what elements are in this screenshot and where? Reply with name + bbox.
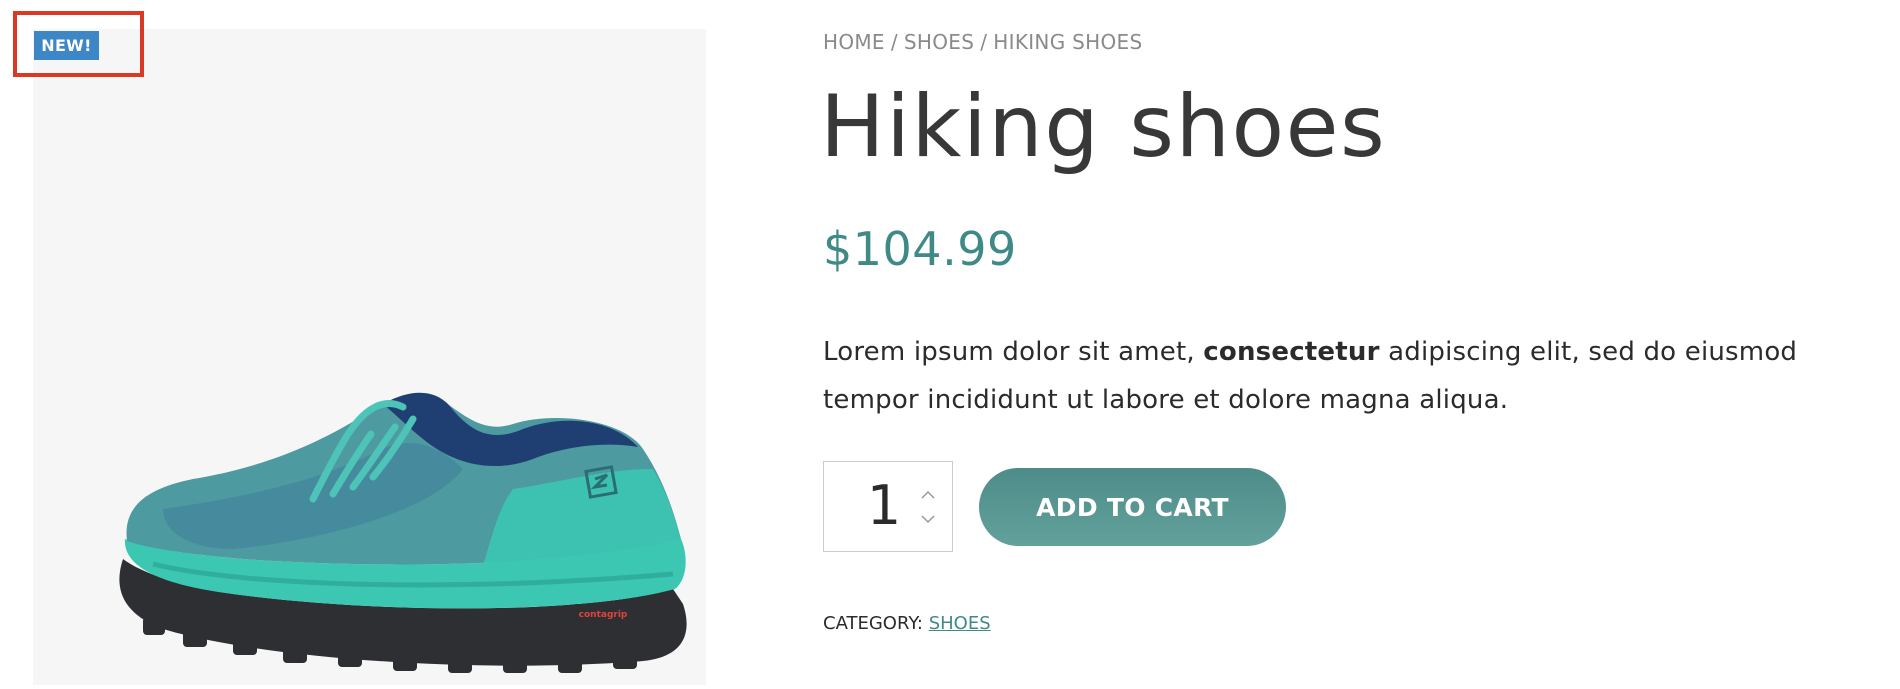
product-description: Lorem ipsum dolor sit amet, consectetur …	[823, 328, 1898, 424]
chevron-down-icon[interactable]	[919, 512, 937, 526]
product-image: contagrip	[119, 392, 687, 673]
breadcrumb-shoes[interactable]: SHOES	[904, 30, 974, 54]
product-image-panel: contagrip	[33, 29, 706, 685]
product-category: CATEGORY: SHOES	[823, 613, 991, 634]
sole-brand-text: contagrip	[579, 610, 628, 620]
description-text: Lorem ipsum dolor sit amet,	[823, 337, 1204, 367]
product-title: Hiking shoes	[820, 77, 1387, 177]
category-label: CATEGORY:	[823, 613, 929, 634]
description-bold-text: consectetur	[1203, 337, 1380, 367]
add-to-cart-button[interactable]: ADD TO CART	[979, 468, 1286, 546]
breadcrumb-separator: /	[890, 30, 898, 54]
breadcrumb: HOME / SHOES / HIKING SHOES	[823, 30, 1142, 54]
category-link-shoes[interactable]: SHOES	[929, 613, 991, 634]
breadcrumb-home[interactable]: HOME	[823, 30, 885, 54]
new-badge: NEW!	[34, 31, 99, 60]
chevron-up-icon[interactable]	[919, 488, 937, 502]
quantity-stepper[interactable]: 1	[823, 461, 953, 552]
product-price: $104.99	[823, 222, 1017, 276]
quantity-value[interactable]: 1	[864, 476, 904, 536]
breadcrumb-current: HIKING SHOES	[993, 30, 1143, 54]
breadcrumb-separator: /	[980, 30, 988, 54]
